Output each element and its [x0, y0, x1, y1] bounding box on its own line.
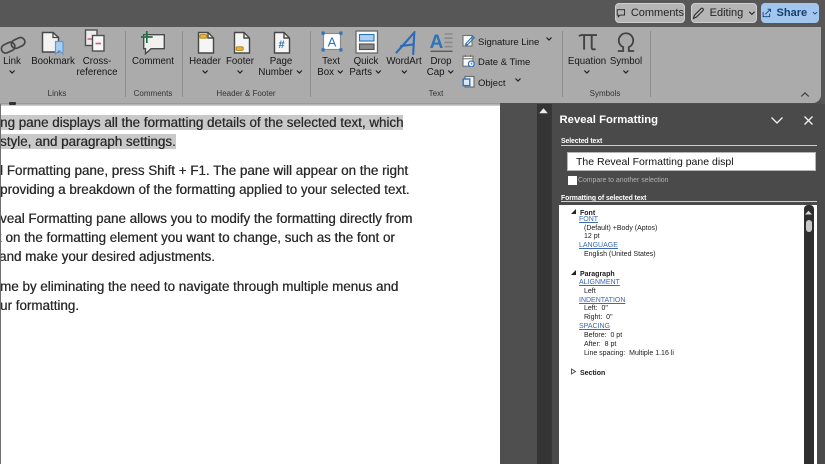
svg-text:#: # — [278, 39, 284, 51]
svg-text:A: A — [430, 32, 444, 52]
svg-text:A: A — [328, 35, 337, 50]
